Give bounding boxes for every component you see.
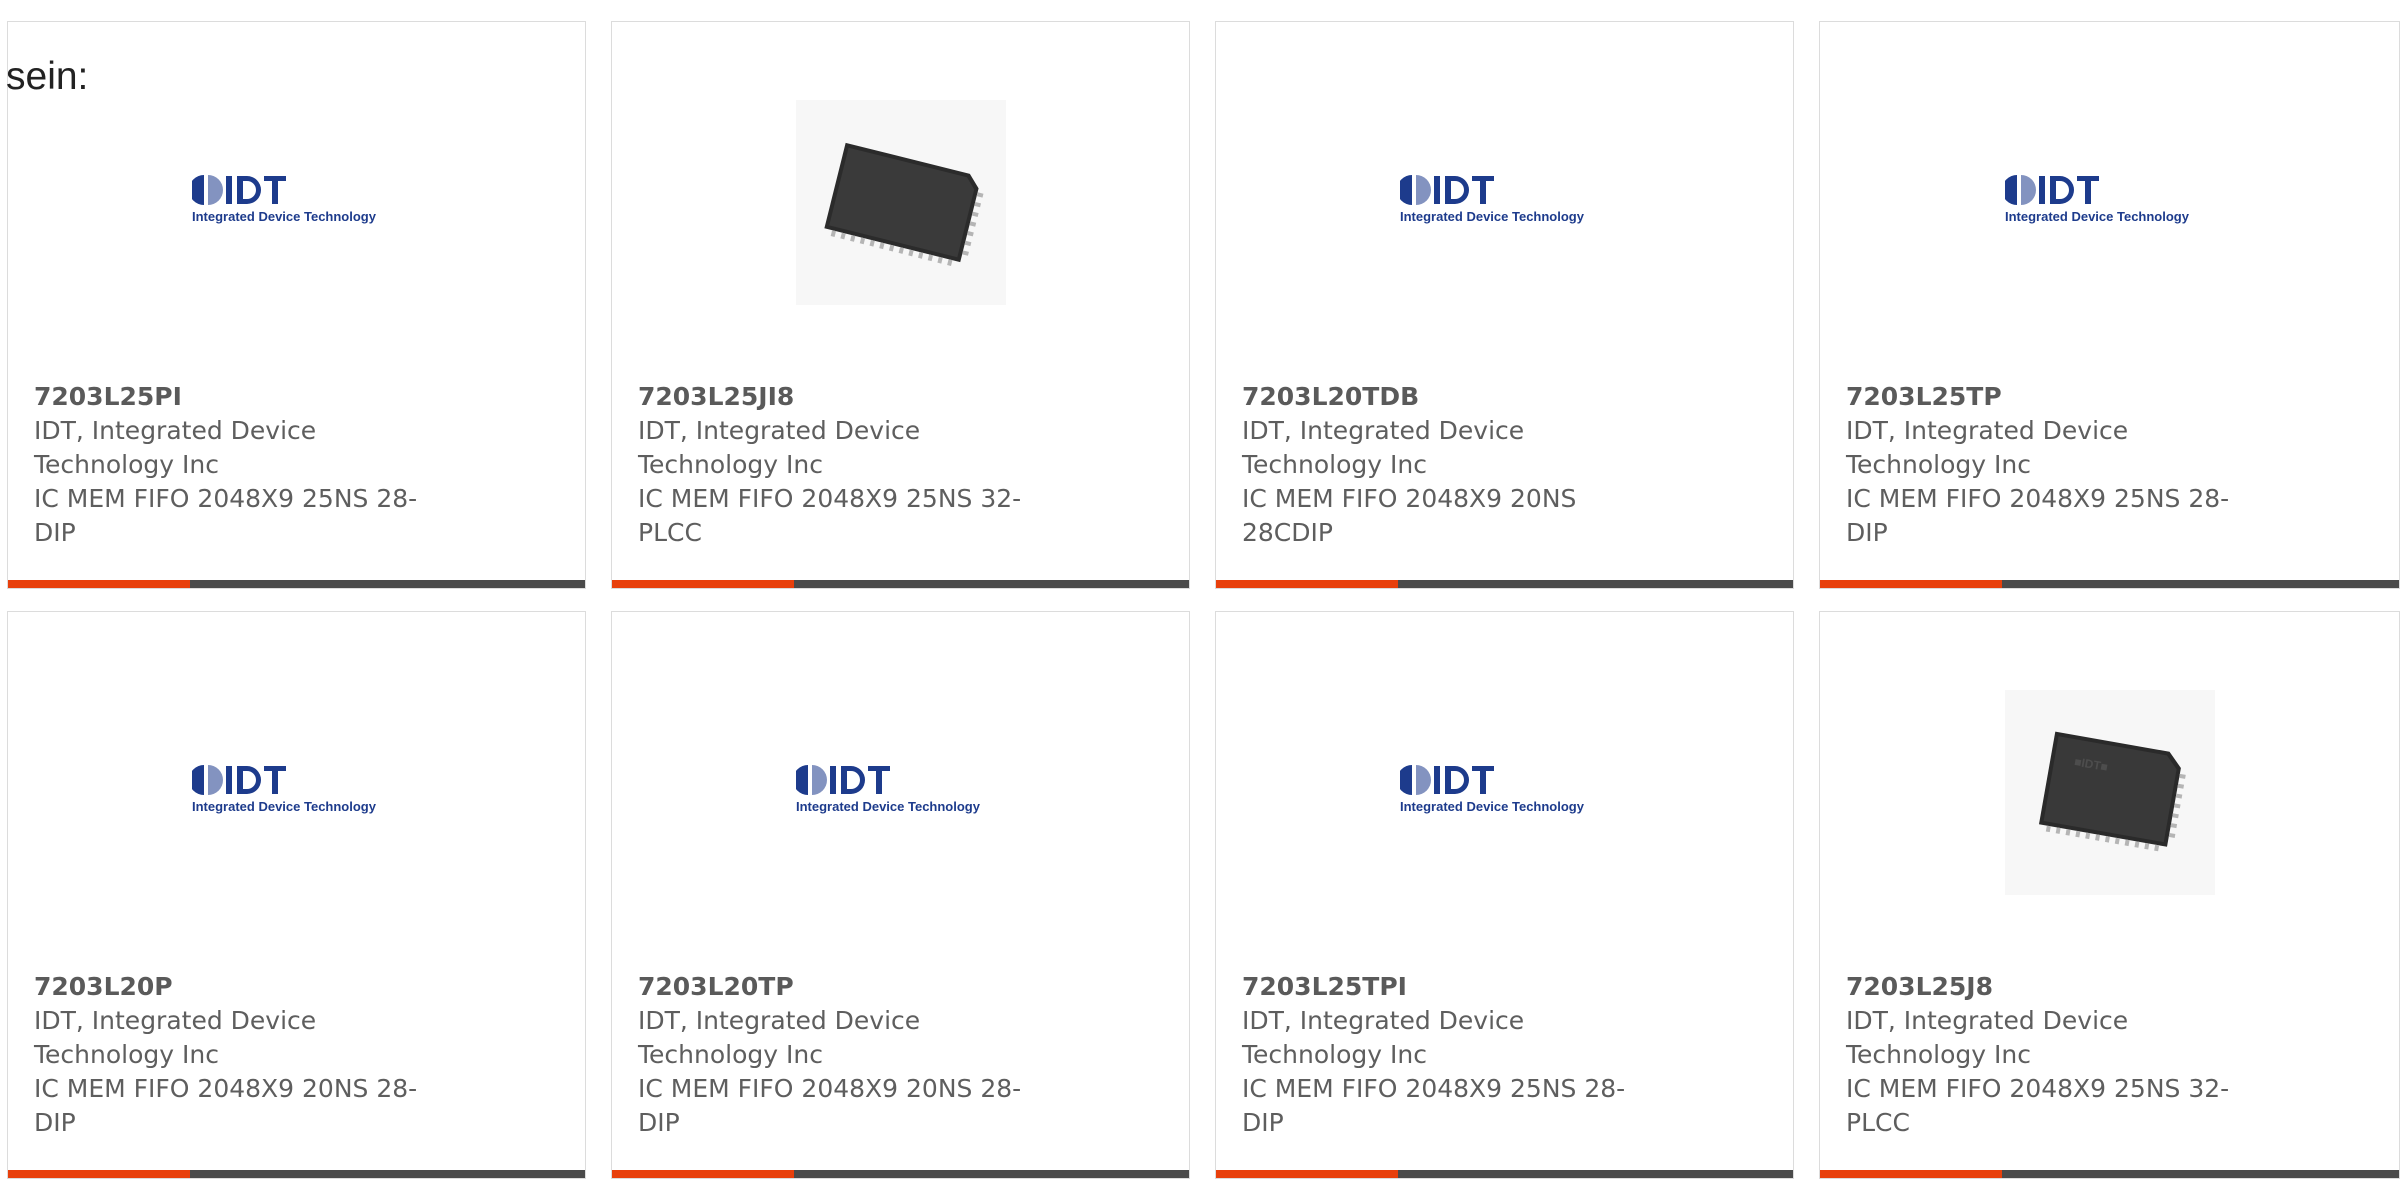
plcc-chip-icon: ■IDT■: [2004, 689, 2215, 895]
manufacturer: IDT, Integrated Device Technology Inc: [34, 416, 317, 479]
logo-subtitle: Integrated Device Technology: [192, 799, 377, 814]
part-number[interactable]: 7203L20TDB: [1242, 380, 1662, 414]
description: IC MEM FIFO 2048X9 20NS 28CDIP: [1242, 484, 1577, 547]
card-bar-accent: [1820, 580, 2002, 588]
logo-subtitle: Integrated Device Technology: [2005, 209, 2190, 224]
product-info: 7203L25PI IDT, Integrated Device Technol…: [34, 380, 454, 550]
card-bar: [612, 580, 1189, 588]
card-bar: [1216, 580, 1793, 588]
logo-subtitle: Integrated Device Technology: [796, 799, 981, 814]
description: IC MEM FIFO 2048X9 20NS 28-DIP: [638, 1074, 1022, 1137]
description: IC MEM FIFO 2048X9 25NS 32-PLCC: [1846, 1074, 2230, 1137]
product-info: 7203L20P IDT, Integrated Device Technolo…: [34, 970, 454, 1140]
card-bar-accent: [612, 580, 794, 588]
card-bar-accent: [8, 1170, 190, 1178]
part-number[interactable]: 7203L25J8: [1846, 970, 2266, 1004]
product-image[interactable]: Integrated Device Technology: [8, 672, 585, 912]
intro-text: sein:: [6, 55, 89, 98]
product-image[interactable]: ■IDT■: [1820, 672, 2399, 912]
product-image[interactable]: Integrated Device Technology: [612, 672, 1189, 912]
manufacturer: IDT, Integrated Device Technology Inc: [1846, 416, 2129, 479]
product-card[interactable]: Integrated Device Technology 7203L25PI I…: [7, 21, 586, 589]
logo-subtitle: Integrated Device Technology: [192, 209, 377, 224]
product-card[interactable]: ■IDT■ 7203L25J8 IDT, Integrated Device T…: [1819, 611, 2400, 1179]
manufacturer: IDT, Integrated Device Technology Inc: [638, 1006, 921, 1069]
description: IC MEM FIFO 2048X9 25NS 32-PLCC: [638, 484, 1022, 547]
description: IC MEM FIFO 2048X9 25NS 28-DIP: [1846, 484, 2230, 547]
card-bar-accent: [8, 580, 190, 588]
card-bar: [1820, 1170, 2399, 1178]
manufacturer: IDT, Integrated Device Technology Inc: [34, 1006, 317, 1069]
card-bar: [8, 580, 585, 588]
idt-logo-icon: Integrated Device Technology: [191, 765, 377, 814]
description: IC MEM FIFO 2048X9 25NS 28-DIP: [1242, 1074, 1626, 1137]
part-number[interactable]: 7203L20P: [34, 970, 454, 1004]
part-number[interactable]: 7203L25TP: [1846, 380, 2266, 414]
part-number[interactable]: 7203L25JI8: [638, 380, 1058, 414]
logo-subtitle: Integrated Device Technology: [1400, 209, 1585, 224]
part-number[interactable]: 7203L20TP: [638, 970, 1058, 1004]
product-image[interactable]: Integrated Device Technology: [1216, 82, 1793, 322]
product-info: 7203L20TDB IDT, Integrated Device Techno…: [1242, 380, 1662, 550]
part-number[interactable]: 7203L25PI: [34, 380, 454, 414]
logo-subtitle: Integrated Device Technology: [1400, 799, 1585, 814]
idt-logo-icon: Integrated Device Technology: [191, 175, 377, 224]
card-bar: [1216, 1170, 1793, 1178]
idt-logo-icon: Integrated Device Technology: [2004, 175, 2190, 224]
card-bar: [612, 1170, 1189, 1178]
card-bar-accent: [612, 1170, 794, 1178]
product-card[interactable]: Integrated Device Technology 7203L25TPI …: [1215, 611, 1794, 1179]
manufacturer: IDT, Integrated Device Technology Inc: [1846, 1006, 2129, 1069]
product-image[interactable]: Integrated Device Technology: [1216, 672, 1793, 912]
card-bar-accent: [1216, 1170, 1398, 1178]
idt-logo-icon: Integrated Device Technology: [1399, 765, 1585, 814]
manufacturer: IDT, Integrated Device Technology Inc: [1242, 1006, 1525, 1069]
plcc-chip-icon: [795, 99, 1006, 305]
idt-logo-icon: Integrated Device Technology: [1399, 175, 1585, 224]
product-image[interactable]: [612, 82, 1189, 322]
card-bar-accent: [1216, 580, 1398, 588]
part-number[interactable]: 7203L25TPI: [1242, 970, 1662, 1004]
product-card[interactable]: Integrated Device Technology 7203L20TP I…: [611, 611, 1190, 1179]
product-info: 7203L25JI8 IDT, Integrated Device Techno…: [638, 380, 1058, 550]
product-card[interactable]: 7203L25JI8 IDT, Integrated Device Techno…: [611, 21, 1190, 589]
product-image[interactable]: Integrated Device Technology: [8, 82, 585, 322]
manufacturer: IDT, Integrated Device Technology Inc: [1242, 416, 1525, 479]
description: IC MEM FIFO 2048X9 25NS 28-DIP: [34, 484, 418, 547]
product-info: 7203L25J8 IDT, Integrated Device Technol…: [1846, 970, 2266, 1140]
idt-logo-icon: Integrated Device Technology: [795, 765, 981, 814]
manufacturer: IDT, Integrated Device Technology Inc: [638, 416, 921, 479]
product-image[interactable]: Integrated Device Technology: [1820, 82, 2399, 322]
description: IC MEM FIFO 2048X9 20NS 28-DIP: [34, 1074, 418, 1137]
product-info: 7203L25TP IDT, Integrated Device Technol…: [1846, 380, 2266, 550]
product-info: 7203L25TPI IDT, Integrated Device Techno…: [1242, 970, 1662, 1140]
product-card[interactable]: Integrated Device Technology 7203L20TDB …: [1215, 21, 1794, 589]
card-bar: [8, 1170, 585, 1178]
card-bar: [1820, 580, 2399, 588]
product-card[interactable]: Integrated Device Technology 7203L20P ID…: [7, 611, 586, 1179]
card-bar-accent: [1820, 1170, 2002, 1178]
product-info: 7203L20TP IDT, Integrated Device Technol…: [638, 970, 1058, 1140]
product-card[interactable]: Integrated Device Technology 7203L25TP I…: [1819, 21, 2400, 589]
